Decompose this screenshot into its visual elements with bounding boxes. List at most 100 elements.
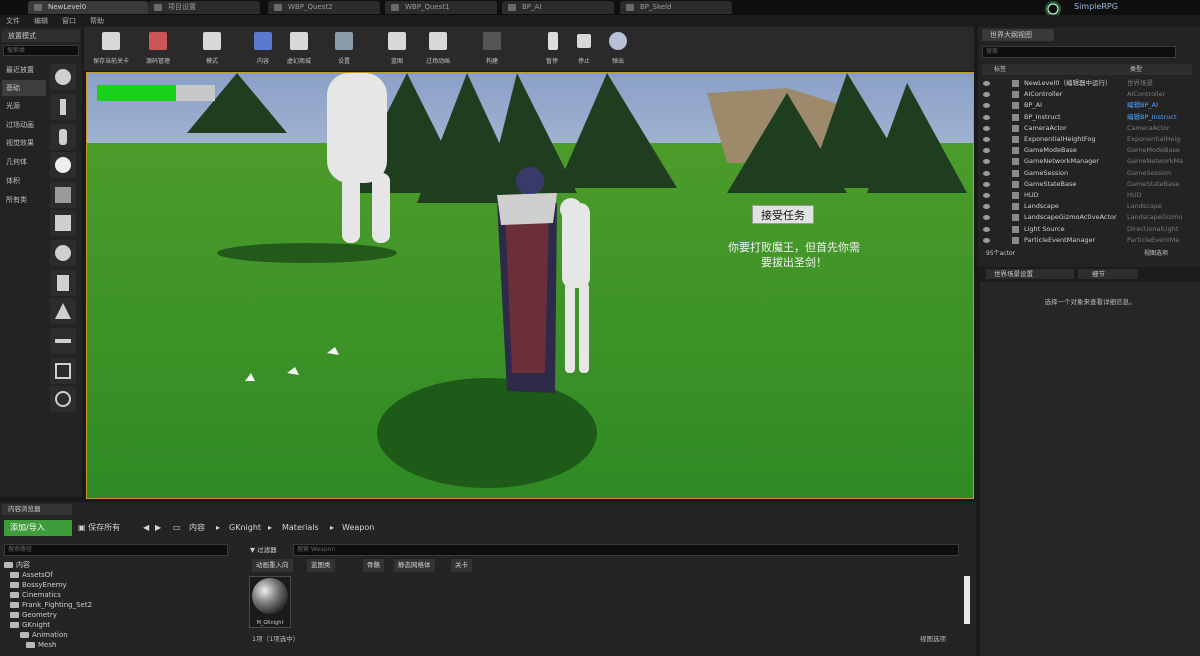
tab-bp-skeld[interactable]: BP_Skeld — [620, 1, 732, 14]
accept-quest-button[interactable]: 接受任务 — [752, 205, 814, 224]
mode-category-lights[interactable]: 光源 — [2, 98, 46, 114]
filter-chip[interactable]: 骨骼 — [363, 559, 384, 572]
sphere-trigger-icon[interactable] — [50, 386, 76, 412]
world-outliner-tab[interactable]: 世界大纲视图 — [982, 29, 1054, 41]
outliner-row[interactable]: BP_Instruct 编辑BP_Instruct — [982, 112, 1186, 123]
outliner-row[interactable]: CameraActor CameraActor — [982, 123, 1186, 134]
cinematics-button[interactable]: 过场动画 — [416, 30, 460, 70]
filter-chip[interactable]: 蓝图类 — [307, 559, 335, 572]
type-column-header[interactable]: 类型 — [1130, 64, 1142, 75]
empty-actor-icon[interactable] — [50, 64, 76, 90]
build-button[interactable]: 构建 — [470, 30, 514, 70]
outliner-row[interactable]: ExponentialHeightFog ExponentialHeig — [982, 134, 1186, 145]
visibility-eye-icon[interactable] — [983, 103, 990, 109]
visibility-eye-icon[interactable] — [983, 193, 990, 198]
blueprints-button[interactable]: 蓝图 — [375, 30, 419, 70]
breadcrumb-weapon[interactable]: Weapon — [342, 520, 374, 536]
filter-chip[interactable]: 关卡 — [451, 559, 472, 572]
tab-bp-ai[interactable]: BP_AI — [502, 1, 614, 14]
visibility-eye-icon[interactable] — [983, 148, 990, 154]
save-current-button[interactable]: 保存当前关卡 — [89, 30, 133, 70]
visibility-eye-icon[interactable] — [983, 226, 990, 232]
mode-category-basic[interactable]: 基础 — [2, 80, 46, 96]
mode-category-visual-effects[interactable]: 视觉效果 — [2, 135, 46, 151]
outliner-row[interactable]: GameStateBase GameStateBase — [982, 179, 1186, 190]
visibility-eye-icon[interactable] — [983, 114, 990, 120]
point-light-icon[interactable] — [50, 152, 76, 178]
cube-icon[interactable] — [50, 210, 76, 236]
content-browser-tab[interactable]: 内容浏览器 — [2, 504, 72, 515]
mode-category-volumes[interactable]: 体积 — [2, 173, 46, 189]
source-control-button[interactable]: 源码管理 — [136, 30, 180, 70]
filter-chip[interactable]: 动画重入向 — [252, 559, 293, 572]
modes-button[interactable]: 模式 — [190, 30, 234, 70]
outliner-row[interactable]: GameSession GameSession — [982, 168, 1186, 179]
visibility-eye-icon[interactable] — [983, 170, 990, 176]
outliner-row[interactable]: Light Source DirectionalLight — [982, 224, 1186, 235]
cylinder-icon[interactable] — [50, 270, 76, 296]
actor-type[interactable]: 编辑BP_Instruct — [1127, 112, 1187, 123]
visibility-eye-icon[interactable] — [983, 204, 990, 210]
level-viewport[interactable] — [86, 72, 974, 499]
outliner-row[interactable]: AIController AIController — [982, 89, 1186, 100]
tab-project-settings[interactable]: 项目设置 — [148, 1, 260, 14]
visibility-eye-icon[interactable] — [983, 92, 990, 98]
cone-icon[interactable] — [50, 298, 76, 324]
nav-back-icon[interactable]: ◀ — [143, 520, 149, 536]
actor-type[interactable]: 编辑BP_AI — [1127, 100, 1187, 111]
mode-category-all-classes[interactable]: 所有类 — [2, 192, 46, 208]
outliner-row[interactable]: GameNetworkManager GameNetworkMa — [982, 156, 1186, 167]
plane-icon[interactable] — [50, 328, 76, 354]
tab-level[interactable]: NewLevel0 — [28, 1, 148, 14]
visibility-eye-icon[interactable] — [983, 215, 990, 221]
eject-button[interactable]: 弹出 — [596, 30, 640, 70]
visibility-eye-icon[interactable] — [983, 125, 990, 131]
marketplace-button[interactable]: 虚幻商城 — [277, 30, 321, 70]
filters-button[interactable]: ▼ 过滤器 — [250, 544, 290, 556]
menu-file[interactable]: 文件 — [6, 16, 20, 26]
tab-wbp-quest1[interactable]: WBP_Quest1 — [385, 1, 497, 14]
pawn-icon[interactable] — [50, 124, 76, 150]
outliner-row[interactable]: BP_AI 编辑BP_AI — [982, 100, 1186, 111]
outliner-row[interactable]: LandscapeGizmoActiveActor LandscapeGizmo — [982, 212, 1186, 223]
outliner-view-options[interactable]: 视图选项 — [1144, 248, 1168, 259]
modes-header[interactable]: 放置模式 — [2, 30, 80, 42]
menu-edit[interactable]: 编辑 — [34, 16, 48, 26]
nav-forward-icon[interactable]: ▶ — [155, 520, 161, 536]
content-view-options[interactable]: 视图选项 — [920, 633, 946, 643]
box-trigger-icon[interactable] — [50, 358, 76, 384]
label-column-header[interactable]: 标签 — [994, 64, 1006, 75]
visibility-eye-icon[interactable] — [983, 81, 990, 86]
character-icon[interactable] — [50, 94, 76, 120]
breadcrumb-materials[interactable]: Materials — [282, 520, 319, 536]
outliner-row[interactable]: NewLevel0（编辑器中运行） 世界场景 — [982, 78, 1186, 89]
breadcrumb-gknight[interactable]: GKnight — [229, 520, 261, 536]
mode-category-cinematic[interactable]: 过场动画 — [2, 117, 46, 133]
tab-wbp-quest2[interactable]: WBP_Quest2 — [268, 1, 380, 14]
save-all-button[interactable]: ▣ 保存所有 — [78, 520, 120, 536]
visibility-eye-icon[interactable] — [983, 137, 990, 142]
outliner-row[interactable]: GameModeBase GameModeBase — [982, 145, 1186, 156]
tab-details[interactable]: 细节 — [1078, 269, 1138, 279]
settings-button[interactable]: 设置 — [322, 30, 366, 70]
outliner-row[interactable]: Landscape Landscape — [982, 201, 1186, 212]
outliner-row[interactable]: ParticleEventManager ParticleEventMa — [982, 235, 1186, 246]
folder-search-input[interactable]: 搜索路径 — [4, 544, 228, 556]
mode-category-recent[interactable]: 最近放置 — [2, 62, 46, 78]
outliner-row[interactable]: HUD HUD — [982, 190, 1186, 201]
asset-scrollbar[interactable] — [964, 576, 970, 624]
tab-world-settings[interactable]: 世界场景设置 — [986, 269, 1074, 279]
visibility-eye-icon[interactable] — [983, 181, 990, 187]
menu-help[interactable]: 帮助 — [90, 16, 104, 26]
menu-window[interactable]: 窗口 — [62, 16, 76, 26]
sphere-icon[interactable] — [50, 240, 76, 266]
add-import-button[interactable]: 添加/导入 — [4, 520, 72, 536]
visibility-eye-icon[interactable] — [983, 237, 990, 243]
asset-search-input[interactable]: 搜索 Weapon — [293, 544, 959, 556]
player-start-icon[interactable] — [50, 182, 76, 208]
breadcrumb-content[interactable]: 内容 — [189, 520, 205, 536]
outliner-search-input[interactable]: 搜索 — [982, 46, 1176, 58]
filter-chip[interactable]: 静态网格体 — [394, 559, 435, 572]
mode-category-geometry[interactable]: 几何体 — [2, 154, 46, 170]
visibility-eye-icon[interactable] — [983, 159, 990, 165]
